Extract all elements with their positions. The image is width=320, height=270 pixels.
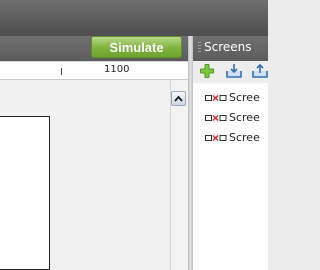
list-item[interactable]: Scree	[193, 128, 268, 148]
screen-name: Scree	[229, 111, 260, 124]
import-icon	[226, 64, 242, 78]
list-item[interactable]: Scree	[193, 88, 268, 108]
add-icon	[200, 64, 214, 78]
app-top-bar	[0, 0, 268, 36]
export-icon	[252, 63, 268, 78]
chevron-up-icon	[174, 95, 183, 102]
screen-name: Scree	[229, 91, 260, 104]
screens-toolbar	[193, 61, 268, 83]
screen-page[interactable]	[0, 116, 50, 270]
simulate-button[interactable]: Simulate	[91, 36, 182, 58]
add-screen-button[interactable]	[199, 63, 217, 80]
scroll-up-button[interactable]	[171, 91, 186, 106]
screen-link-icon	[205, 114, 227, 122]
screens-panel-header: Screens	[193, 36, 268, 61]
horizontal-ruler: 1100	[0, 61, 188, 80]
ruler-tick	[61, 68, 62, 75]
export-screen-button[interactable]	[251, 63, 269, 80]
import-screen-button[interactable]	[225, 63, 243, 80]
vertical-scrollbar[interactable]	[170, 80, 188, 270]
screen-link-icon	[205, 94, 227, 102]
screen-link-icon	[205, 134, 227, 142]
ruler-value: 1100	[104, 64, 130, 75]
list-item[interactable]: Scree	[193, 108, 268, 128]
screen-name: Scree	[229, 131, 260, 144]
grip-icon[interactable]	[198, 42, 201, 54]
screens-list: Scree Scree Scree	[193, 83, 268, 270]
panel-title: Screens	[204, 40, 252, 54]
